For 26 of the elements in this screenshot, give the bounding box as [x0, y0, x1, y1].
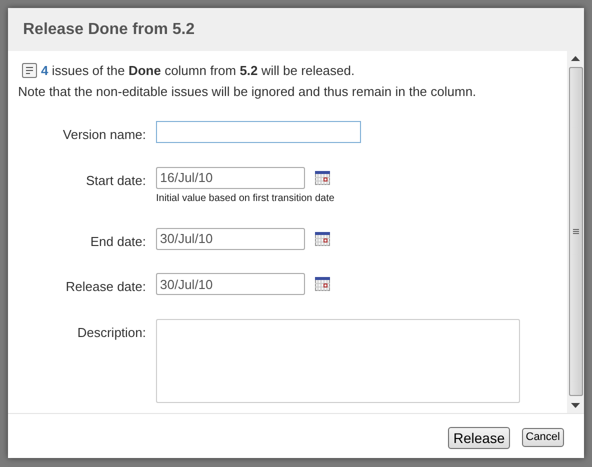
- field-label: Start date:: [85, 172, 147, 190]
- field-label: End date:: [89, 232, 147, 250]
- release-button[interactable]: Release: [448, 426, 510, 448]
- dialog-title: Release Done from 5.2: [23, 20, 195, 40]
- calendar-icon[interactable]: [315, 232, 330, 246]
- list-icon: [22, 63, 37, 78]
- cancel-button[interactable]: Cancel: [522, 428, 564, 447]
- scroll-up-icon[interactable]: [571, 56, 580, 61]
- note-text: Note that the non-editable issues will be ignored and thus remain in the column.: [18, 82, 478, 101]
- field-label: Description:: [76, 324, 147, 342]
- date-field[interactable]: 30/Jul/10: [156, 273, 305, 295]
- date-field[interactable]: 30/Jul/10: [156, 228, 305, 250]
- hint-text: Initial value based on first transition date: [156, 192, 334, 206]
- scrollbar[interactable]: [567, 51, 584, 413]
- calendar-icon[interactable]: [315, 277, 330, 291]
- issue-count-link[interactable]: 4: [41, 63, 48, 78]
- grip-icon: [572, 229, 578, 234]
- scroll-thumb[interactable]: [568, 67, 582, 396]
- field-label: Version name:: [62, 126, 147, 144]
- date-field[interactable]: 16/Jul/10: [156, 166, 305, 188]
- description-field[interactable]: [156, 318, 520, 402]
- intro-text: 4 issues of the Done column from 5.2 will be released.: [41, 62, 355, 80]
- calendar-icon[interactable]: [315, 170, 330, 184]
- field-label: Release date:: [64, 278, 147, 296]
- input-field[interactable]: [156, 121, 361, 143]
- scroll-down-icon[interactable]: [571, 403, 580, 408]
